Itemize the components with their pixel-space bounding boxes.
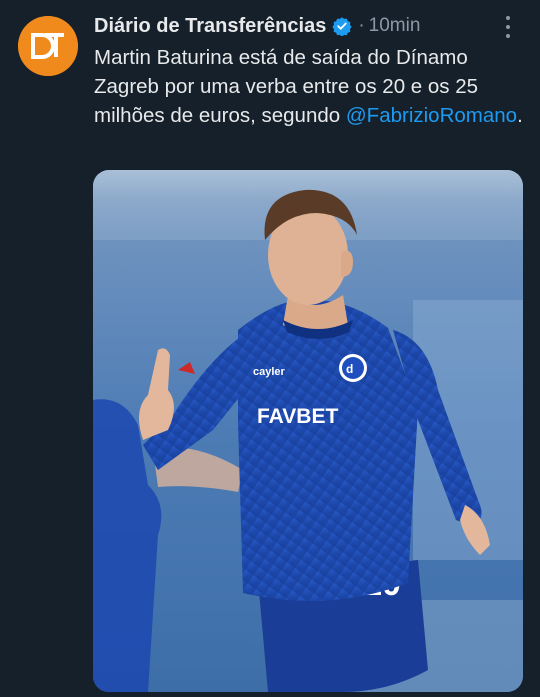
sponsor-text: FAVBET [257,405,338,428]
tweet-photo[interactable]: 10 d cayler FAVBET [93,170,523,692]
verified-badge-icon [332,17,352,36]
header-separator: · [358,15,365,36]
timestamp[interactable]: 10min [369,15,421,37]
more-dot [506,16,510,20]
mention-link[interactable]: @FabrizioRomano [346,104,517,127]
player-photo: 10 d cayler FAVBET [93,170,523,692]
tweet-text-end: . [517,104,523,127]
author-name[interactable]: Diário de Transferências [94,15,326,38]
more-options-icon[interactable] [498,16,518,38]
more-dot [506,34,510,38]
avatar-logo-icon [18,16,78,76]
tweet-text: Martin Baturina está de saída do Dínamo … [94,43,524,130]
tweet[interactable]: Diário de Transferências · 10min Martin … [0,0,540,697]
svg-text:d: d [346,362,353,376]
avatar[interactable] [18,16,78,76]
kit-brand: cayler [253,366,286,378]
tweet-header: Diário de Transferências · 10min [94,12,420,40]
more-dot [506,25,510,29]
